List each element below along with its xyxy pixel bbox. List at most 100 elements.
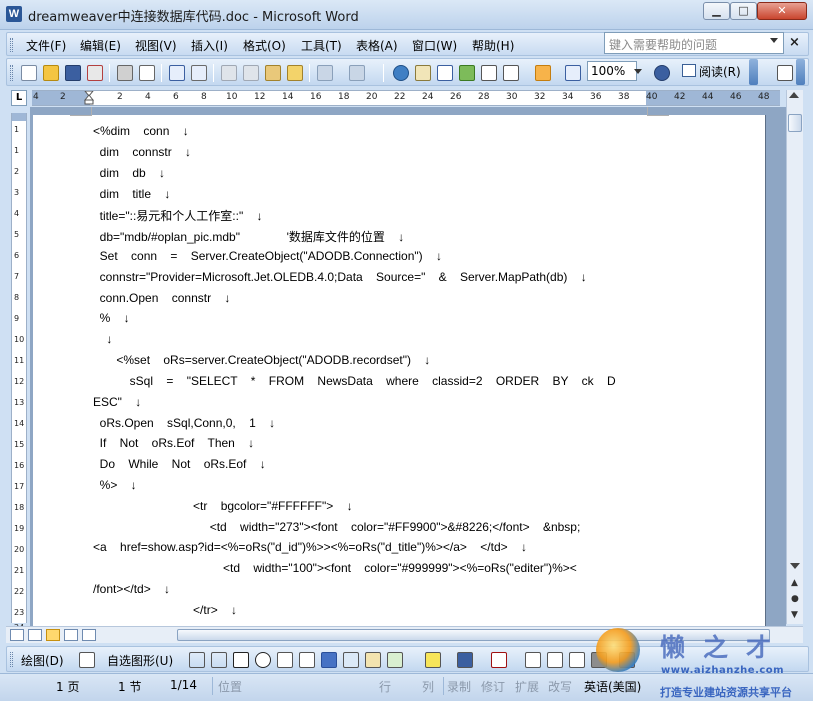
toolbar-overflow-button[interactable] (749, 59, 758, 85)
menu-window[interactable]: 窗口(W) (412, 37, 457, 54)
columns-icon[interactable] (481, 65, 497, 81)
document-page[interactable]: <%dim conn ↓ dim connstr ↓ dim db ↓ dim … (33, 107, 766, 626)
code-line[interactable]: /font></td> ↓ (93, 582, 170, 596)
code-line[interactable]: connstr="Provider=Microsoft.Jet.OLEDB.4.… (93, 270, 587, 284)
copy-icon[interactable] (243, 65, 259, 81)
code-line[interactable]: title="::易元和个人工作室::" ↓ (93, 207, 263, 224)
insert-table-icon[interactable] (437, 65, 453, 81)
code-line[interactable]: <%set oRs=server.CreateObject("ADODB.rec… (93, 353, 430, 367)
vertical-scrollbar[interactable]: ▲ ● ▼ (786, 90, 803, 624)
document-map-icon[interactable] (535, 65, 551, 81)
next-page-icon[interactable]: ▼ (791, 610, 798, 620)
menu-table[interactable]: 表格(A) (356, 37, 398, 54)
horizontal-ruler[interactable]: 4 2 2 4 6 8 10 12 14 16 18 20 22 24 26 2… (32, 90, 780, 106)
scroll-thumb[interactable] (788, 114, 802, 132)
print-layout-view-icon[interactable] (46, 629, 60, 641)
paste-icon[interactable] (265, 65, 281, 81)
indent-marker-icon[interactable] (84, 91, 94, 105)
maximize-button[interactable]: □ (730, 2, 757, 20)
menu-tools[interactable]: 工具(T) (301, 37, 342, 54)
clip-art-icon[interactable] (365, 652, 381, 668)
code-line[interactable]: If Not oRs.Eof Then ↓ (93, 436, 255, 450)
menu-grip[interactable] (10, 38, 13, 52)
line-style-icon[interactable] (525, 652, 541, 668)
vertical-ruler[interactable]: 1 1 2 3 4 5 6 7 8 9 10 11 12 13 14 15 16… (11, 113, 27, 632)
toolbar-grip[interactable] (10, 65, 13, 81)
spelling-icon[interactable] (169, 65, 185, 81)
tables-borders-icon[interactable] (415, 65, 431, 81)
format-painter-icon[interactable] (287, 65, 303, 81)
status-track-changes[interactable]: 修订 (481, 678, 505, 695)
permission-icon[interactable] (87, 65, 103, 81)
code-line[interactable]: ESC" ↓ (93, 395, 141, 409)
zoom-dropdown-icon[interactable] (634, 69, 642, 74)
vertical-text-box-icon[interactable] (299, 652, 315, 668)
dash-style-icon[interactable] (547, 652, 563, 668)
code-line[interactable]: <tr bgcolor="#FFFFFF"> ↓ (93, 499, 353, 513)
save-icon[interactable] (65, 65, 81, 81)
code-line[interactable]: Set conn = Server.CreateObject("ADODB.Co… (93, 249, 442, 263)
code-line[interactable]: db="mdb/#oplan_pic.mdb" '数据库文件的位置 ↓ (93, 228, 405, 245)
rectangle-icon[interactable] (233, 652, 249, 668)
previous-page-icon[interactable]: ▲ (791, 578, 798, 588)
code-line[interactable]: dim db ↓ (93, 166, 165, 180)
code-line[interactable]: oRs.Open sSql,Conn,0, 1 ↓ (93, 416, 275, 430)
help-search-input[interactable]: 键入需要帮助的问题 (604, 32, 784, 54)
code-line[interactable]: <a href=show.asp?id=<%=oRs("d_id")%>><%=… (93, 540, 527, 554)
tab-selector[interactable]: L (11, 90, 27, 106)
print-icon[interactable] (117, 65, 133, 81)
arrow-style-icon[interactable] (569, 652, 585, 668)
document-close-button[interactable]: × (789, 35, 800, 50)
code-line[interactable]: ↓ (93, 332, 112, 346)
fill-color-icon[interactable] (425, 652, 441, 668)
text-box-icon[interactable] (277, 652, 293, 668)
status-extend[interactable]: 扩展 (515, 678, 539, 695)
diagram-icon[interactable] (343, 652, 359, 668)
drawbar-grip[interactable] (10, 652, 13, 667)
insert-excel-icon[interactable] (459, 65, 475, 81)
help-dropdown-icon[interactable] (770, 38, 778, 43)
code-line[interactable]: conn.Open connstr ↓ (93, 291, 231, 305)
browse-object-icon[interactable]: ● (791, 594, 799, 604)
menu-edit[interactable]: 编辑(E) (80, 37, 121, 54)
status-record-macro[interactable]: 录制 (447, 678, 471, 695)
close-window-button[interactable]: ✕ (757, 2, 807, 20)
print-preview-icon[interactable] (139, 65, 155, 81)
picture-icon[interactable] (387, 652, 403, 668)
zoom-select[interactable]: 100% (587, 61, 637, 81)
hyperlink-icon[interactable] (393, 65, 409, 81)
code-line[interactable]: dim title ↓ (93, 187, 171, 201)
menu-file[interactable]: 文件(F) (26, 37, 66, 54)
draw-menu-button[interactable]: 绘图(D) (21, 652, 64, 669)
code-line[interactable]: Do While Not oRs.Eof ↓ (93, 457, 266, 471)
status-overtype[interactable]: 改写 (548, 678, 572, 695)
normal-view-icon[interactable] (10, 629, 24, 641)
research-icon[interactable] (191, 65, 207, 81)
word-app-icon[interactable]: W (6, 6, 22, 22)
code-line[interactable]: dim connstr ↓ (93, 145, 191, 159)
code-line[interactable]: <td width="100"><font color="#999999"><%… (93, 561, 577, 575)
outline-view-icon[interactable] (64, 629, 78, 641)
line-icon[interactable] (189, 652, 205, 668)
menu-format[interactable]: 格式(O) (243, 37, 286, 54)
code-line[interactable]: sSql = "SELECT * FROM NewsData where cla… (93, 374, 616, 388)
drawing-icon[interactable] (503, 65, 519, 81)
read-mode-button[interactable]: 阅读(R) (679, 61, 745, 81)
code-line[interactable]: </tr> ↓ (93, 603, 237, 617)
autoshapes-menu-button[interactable]: 自选图形(U) (107, 652, 173, 669)
code-line[interactable]: <td width="273"><font color="#FF9900">&#… (93, 520, 581, 534)
help-icon[interactable] (654, 65, 670, 81)
menu-view[interactable]: 视图(V) (135, 37, 177, 54)
new-document-icon[interactable] (21, 65, 37, 81)
menu-help[interactable]: 帮助(H) (472, 37, 514, 54)
select-pointer-icon[interactable] (79, 652, 95, 668)
cut-icon[interactable] (221, 65, 237, 81)
scroll-down-icon[interactable] (790, 563, 800, 569)
redo-icon[interactable] (349, 65, 365, 81)
code-line[interactable]: <%dim conn ↓ (93, 124, 189, 138)
code-line[interactable]: % ↓ (93, 311, 130, 325)
scroll-up-icon[interactable] (789, 92, 799, 98)
minimize-button[interactable]: ▁ (703, 2, 730, 20)
menu-insert[interactable]: 插入(I) (191, 37, 228, 54)
reading-view-icon[interactable] (82, 629, 96, 641)
